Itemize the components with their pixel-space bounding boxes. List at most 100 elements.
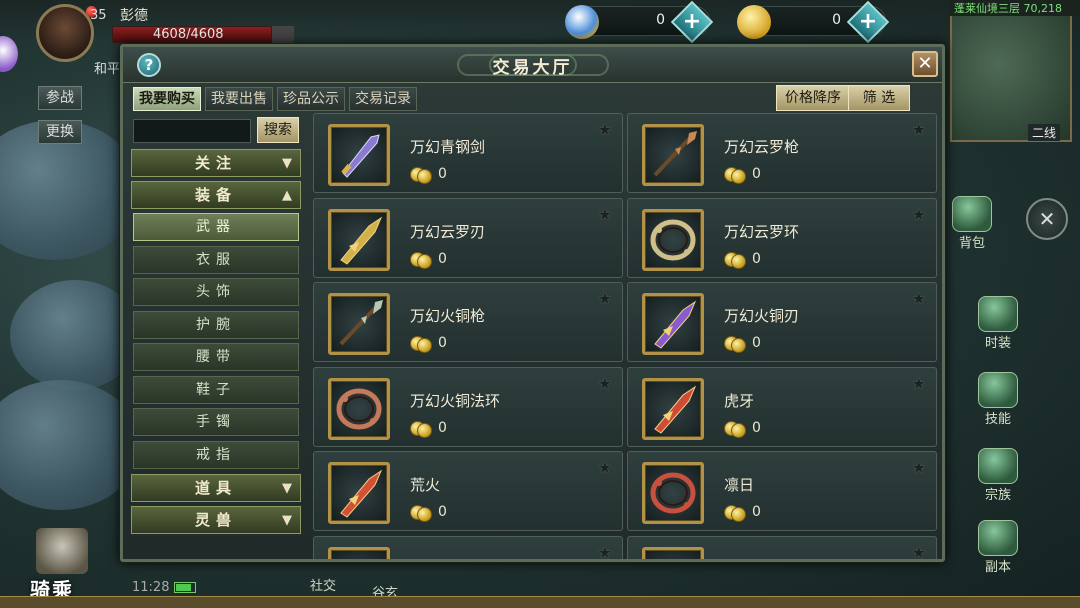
subcategory-belt[interactable]: 腰带 bbox=[133, 343, 299, 371]
item-price: 0 bbox=[438, 166, 447, 182]
category-favorites[interactable]: 关注 ▼ bbox=[131, 149, 301, 177]
gold-coin-icon bbox=[410, 167, 432, 184]
sort-button[interactable]: 价格降序 bbox=[776, 85, 850, 111]
tab-treasure-showcase[interactable]: 珍品公示 bbox=[277, 87, 345, 111]
item-price: 0 bbox=[438, 250, 447, 267]
tab-trade-history[interactable]: 交易记录 bbox=[349, 87, 417, 111]
item-card[interactable]: 荒火 0 ★ bbox=[313, 451, 623, 531]
spear-icon bbox=[328, 293, 390, 355]
pk-status[interactable]: 和平 bbox=[94, 58, 120, 77]
subcategory-clothes[interactable]: 衣服 bbox=[133, 246, 299, 274]
subcategory-shoes[interactable]: 鞋子 bbox=[133, 376, 299, 404]
bag-icon bbox=[952, 196, 992, 232]
plus-icon: + bbox=[682, 9, 702, 34]
player-name: 彭德 bbox=[120, 8, 148, 24]
subcategory-bracer[interactable]: 护腕 bbox=[133, 311, 299, 339]
gold-coin-icon bbox=[724, 505, 746, 522]
item-name: 虎牙 bbox=[724, 391, 755, 410]
filter-button[interactable]: 筛 选 bbox=[848, 85, 910, 111]
sword-icon bbox=[328, 124, 390, 186]
server-line[interactable]: 二线 bbox=[1028, 124, 1061, 141]
close-button[interactable]: ✕ bbox=[912, 51, 938, 77]
item-name: 万幻火铜枪 bbox=[410, 307, 486, 325]
item-card[interactable]: 万幻云罗刃 0 ★ bbox=[313, 197, 623, 278]
gold-coin-icon bbox=[724, 336, 746, 353]
menu-fashion[interactable]: 时装 bbox=[972, 296, 1024, 351]
item-card[interactable]: 万幻云罗枪 0 ★ bbox=[627, 113, 937, 193]
help-button[interactable]: ? bbox=[137, 53, 161, 77]
item-icon bbox=[328, 546, 390, 559]
dungeon-icon bbox=[978, 520, 1018, 556]
tab-sell[interactable]: 我要出售 bbox=[205, 87, 273, 111]
menu-label: 技能 bbox=[984, 412, 1011, 427]
tab-buy[interactable]: 我要购买 bbox=[133, 87, 201, 111]
favorite-star-icon[interactable]: ★ bbox=[598, 374, 612, 393]
item-name: 万幻云罗刃 bbox=[410, 222, 486, 241]
category-items[interactable]: 道具 ▼ bbox=[131, 474, 301, 502]
item-price: 0 bbox=[438, 335, 447, 351]
battle-join-button[interactable]: 参战 bbox=[38, 86, 82, 110]
subcategory-headwear[interactable]: 头饰 bbox=[133, 278, 299, 306]
item-price: 0 bbox=[752, 335, 761, 351]
plus-icon: + bbox=[858, 9, 878, 34]
menu-dungeon[interactable]: 副本 bbox=[972, 520, 1024, 575]
category-spirit-beast[interactable]: 灵兽 ▼ bbox=[131, 506, 301, 534]
item-card[interactable]: 万幻青钢剑 0 ★ bbox=[313, 113, 623, 193]
favorite-star-icon[interactable]: ★ bbox=[598, 458, 612, 477]
item-price: 0 bbox=[752, 419, 761, 436]
favorite-star-icon[interactable]: ★ bbox=[598, 289, 612, 308]
category-equipment[interactable]: 装备 ▲ bbox=[131, 181, 301, 209]
subcategory-bracelet[interactable]: 手镯 bbox=[133, 408, 299, 436]
item-card[interactable]: 万幻云罗环 0 ★ bbox=[627, 197, 937, 278]
blade-icon bbox=[642, 293, 704, 355]
item-price: 0 bbox=[752, 166, 761, 182]
favorite-star-icon[interactable]: ★ bbox=[598, 543, 612, 560]
search-input[interactable] bbox=[133, 119, 251, 143]
subcategory-weapon[interactable]: 武器 bbox=[133, 213, 299, 241]
currency-b-pill: 0 + bbox=[737, 0, 890, 44]
menu-skills[interactable]: 技能 bbox=[972, 372, 1024, 427]
favorite-star-icon[interactable]: ★ bbox=[912, 458, 926, 477]
blade-icon bbox=[328, 462, 390, 524]
favorite-star-icon[interactable]: ★ bbox=[912, 289, 926, 308]
hp-bar: 4608/4608 bbox=[112, 26, 272, 43]
ring-icon bbox=[642, 462, 704, 524]
favorite-star-icon[interactable]: ★ bbox=[912, 543, 926, 560]
subcategory-ring[interactable]: 戒指 bbox=[133, 441, 299, 469]
gold-coin-icon bbox=[410, 251, 432, 269]
ring-icon bbox=[328, 377, 390, 440]
item-card[interactable]: ★ bbox=[627, 535, 937, 560]
gold-coin-icon bbox=[724, 167, 746, 184]
social-button[interactable]: 社交 bbox=[310, 575, 336, 594]
item-grid: 万幻青钢剑 0 ★ 万幻云罗枪 0 ★ 万幻云罗刃 0 ★ 万幻云罗环 0 ★ 万幻火铜枪 0 ★ 万幻火铜刃… bbox=[313, 113, 939, 559]
horse-icon bbox=[36, 528, 88, 574]
gold-coin-icon bbox=[410, 336, 432, 353]
favorite-star-icon[interactable]: ★ bbox=[912, 374, 926, 393]
favorite-star-icon[interactable]: ★ bbox=[912, 205, 926, 224]
menu-label: 宗族 bbox=[984, 488, 1011, 503]
battery-icon bbox=[174, 582, 196, 593]
search-button[interactable]: 搜索 bbox=[257, 117, 299, 143]
item-card[interactable]: ★ bbox=[313, 535, 623, 560]
category-label: 装备 bbox=[194, 186, 237, 204]
minimap[interactable] bbox=[950, 12, 1072, 142]
ring-icon bbox=[642, 208, 704, 271]
item-card[interactable]: 凛日 0 ★ bbox=[627, 451, 937, 531]
blade-icon bbox=[328, 208, 390, 271]
mount-button[interactable]: 骑乘 bbox=[30, 528, 110, 602]
item-card[interactable]: 万幻火铜法环 0 ★ bbox=[313, 366, 623, 447]
item-card[interactable]: 虎牙 0 ★ bbox=[627, 366, 937, 447]
item-name: 万幻火铜法环 bbox=[410, 391, 501, 410]
item-card[interactable]: 万幻火铜刃 0 ★ bbox=[627, 282, 937, 362]
swap-button[interactable]: 更换 bbox=[38, 120, 82, 144]
gold-coin-icon bbox=[410, 505, 432, 522]
item-card[interactable]: 万幻火铜枪 0 ★ bbox=[313, 282, 623, 362]
gold-coin-icon bbox=[410, 420, 432, 438]
expand-menu-button[interactable]: ✕ bbox=[1026, 198, 1068, 240]
favorite-star-icon[interactable]: ★ bbox=[598, 120, 612, 139]
menu-bag[interactable]: 背包 bbox=[946, 196, 998, 251]
favorite-star-icon[interactable]: ★ bbox=[598, 205, 612, 224]
favorite-star-icon[interactable]: ★ bbox=[912, 120, 926, 139]
menu-clan[interactable]: 宗族 bbox=[972, 448, 1024, 503]
dialog-header: 交易大厅 ? ✕ bbox=[123, 47, 942, 83]
